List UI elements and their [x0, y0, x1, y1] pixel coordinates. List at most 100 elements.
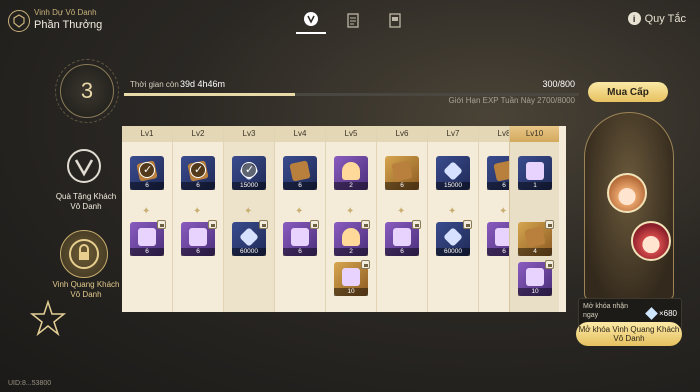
reward-count: 6	[283, 182, 317, 190]
track-labels: Quà Tặng Khách Vô Danh Vinh Quang Khách …	[50, 126, 122, 312]
unlock-note: Mở khóa nhận ngay	[583, 303, 629, 319]
premium-reward-cell[interactable]: 6	[130, 220, 166, 256]
lamp-item-icon	[342, 162, 360, 180]
level-header: Lv6	[377, 126, 427, 142]
tab-rewards[interactable]	[296, 6, 326, 34]
divider-star-icon: ✦	[244, 206, 253, 217]
reward-table: Lv1 6 ✦ 6 Lv2 6 ✦ 6 Lv3 15000 ✦ 60000 Lv4 6 ✦ 6 Lv5 2 ✦ 2 10…	[122, 126, 566, 312]
gem-item-icon	[443, 227, 463, 247]
reward-count: 15000	[436, 182, 470, 190]
lock-icon	[361, 260, 370, 269]
book-item-icon	[289, 160, 311, 182]
card-item-icon	[393, 228, 411, 246]
premium-unlock-panel: Mở khóa nhận ngay ×680 Mở khóa Vinh Quan…	[574, 112, 684, 348]
card-item-icon	[189, 228, 207, 246]
divider-star-icon: ✦	[448, 206, 457, 217]
gem-item-icon	[239, 227, 259, 247]
emblem-icon	[304, 12, 318, 26]
premium-track-label: Vinh Quang Khách Vô Danh	[52, 280, 120, 299]
reward-count: 15000	[232, 182, 266, 190]
free-reward-cell[interactable]: 1	[518, 156, 552, 190]
level-column: Lv2 6 ✦ 6	[173, 126, 224, 312]
reward-count: 6	[283, 248, 317, 256]
premium-reward-cell[interactable]: 60000	[436, 220, 472, 256]
honor-logo-icon	[8, 10, 30, 32]
premium-reward-cell[interactable]: 6	[385, 220, 421, 256]
book-item-icon	[524, 226, 546, 248]
claimed-check-icon	[241, 162, 257, 178]
character-avatar-blonde	[607, 173, 647, 213]
reward-count: 6	[181, 182, 215, 190]
lock-icon	[259, 220, 268, 229]
rules-button[interactable]: i Quy Tắc	[627, 12, 686, 25]
divider-star-icon: ✦	[295, 206, 304, 217]
card-item-icon	[291, 228, 309, 246]
level-header: Lv4	[275, 126, 325, 142]
divider-star-icon: ✦	[397, 206, 406, 217]
info-icon: i	[627, 12, 641, 25]
lamp-item-icon	[342, 228, 360, 246]
reward-count: 6	[130, 248, 164, 256]
level-column: Lv3 15000 ✦ 60000	[224, 126, 275, 312]
time-remaining-value: 39d 4h46m	[180, 79, 226, 89]
lock-icon	[463, 220, 472, 229]
rules-label: Quy Tắc	[644, 12, 686, 25]
weekly-exp-limit: Giới Hạn EXP Tuần Này 2700/8000	[448, 96, 575, 105]
reward-count: 4	[518, 248, 552, 256]
reward-count: 6	[130, 182, 164, 190]
premium-reward-cell[interactable]: 6	[181, 220, 217, 256]
level-header: Lv3	[224, 126, 274, 142]
tab-info[interactable]	[380, 6, 410, 34]
free-reward-cell[interactable]: 6	[181, 156, 215, 190]
lock-icon	[208, 220, 217, 229]
free-reward-cell[interactable]: 2	[334, 156, 368, 190]
premium-reward-cell[interactable]: 10	[334, 260, 370, 296]
premium-reward-cell[interactable]: 6	[283, 220, 319, 256]
user-id: UID:8...53800	[8, 380, 52, 387]
lock-icon	[545, 220, 554, 229]
buy-level-button[interactable]: Mua Cấp	[588, 82, 668, 102]
unlock-price-value: ×680	[658, 309, 677, 318]
level-header: Lv1	[122, 126, 172, 142]
top-bar: Vinh Dự Vô Danh Phần Thưởng i Quy Tắc	[0, 0, 700, 40]
claimed-check-icon	[139, 162, 155, 178]
level-column: Lv5 2 ✦ 2 10	[326, 126, 377, 312]
level-header: Lv2	[173, 126, 223, 142]
premium-reward-cell[interactable]: 4	[518, 220, 554, 256]
reward-count: 1	[518, 182, 552, 190]
free-reward-cell[interactable]: 6	[283, 156, 317, 190]
lock-icon	[310, 220, 319, 229]
level-header: Lv5	[326, 126, 376, 142]
premium-track-emblem-icon	[60, 230, 108, 278]
reward-count: 10	[518, 288, 552, 296]
free-reward-cell[interactable]: 6	[385, 156, 419, 190]
tab-missions[interactable]	[338, 6, 368, 34]
level-header: Lv7	[428, 126, 478, 142]
card-item-icon	[526, 268, 544, 286]
divider-star-icon: ✦	[346, 206, 355, 217]
card-item-icon	[526, 162, 544, 180]
unlock-premium-button[interactable]: Mở khóa Vinh Quang Khách Vô Danh	[576, 322, 682, 346]
exp-bar-fill	[124, 93, 295, 96]
premium-reward-cell[interactable]: 10	[518, 260, 554, 296]
free-reward-cell[interactable]: 6	[130, 156, 164, 190]
star-decoration-icon	[30, 300, 66, 336]
free-reward-cell[interactable]: 15000	[436, 156, 470, 190]
divider-star-icon: ✦	[193, 206, 202, 217]
gem-item-icon	[443, 161, 463, 181]
divider-star-icon: ✦	[499, 206, 508, 217]
free-reward-cell[interactable]: 15000	[232, 156, 266, 190]
free-track-emblem-icon	[60, 142, 108, 190]
page-title: Phần Thưởng	[34, 19, 103, 31]
reward-count: 2	[334, 182, 368, 190]
card-item-icon	[138, 228, 156, 246]
crystal-icon	[645, 307, 658, 320]
document-icon	[389, 13, 401, 28]
character-showcase	[584, 112, 674, 300]
premium-reward-cell[interactable]: 60000	[232, 220, 268, 256]
lock-icon	[157, 220, 166, 229]
page-subtitle: Vinh Dự Vô Danh	[34, 8, 97, 17]
premium-reward-cell[interactable]: 2	[334, 220, 370, 256]
divider-star-icon: ✦	[142, 206, 151, 217]
time-remaining-label: Thời gian còn	[130, 80, 179, 89]
